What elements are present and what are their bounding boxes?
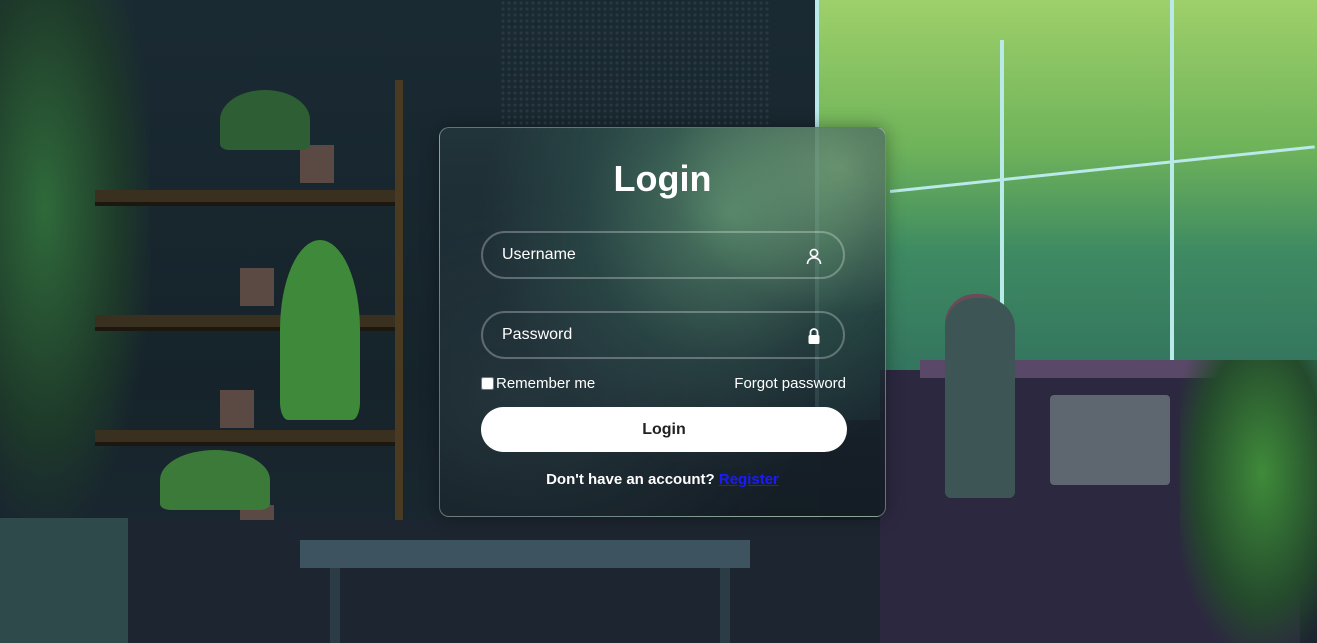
window-frame <box>1170 0 1174 360</box>
background-foliage <box>1180 360 1317 643</box>
forgot-password-link[interactable]: Forgot password <box>734 375 846 392</box>
remember-me-label: Remember me <box>496 375 596 392</box>
login-options: Remember me Forgot password <box>481 375 846 395</box>
table-leg <box>330 568 340 643</box>
plant-pot <box>220 390 254 428</box>
shelf <box>95 430 395 442</box>
seated-person <box>945 298 1015 498</box>
plant <box>220 90 310 150</box>
plant <box>160 450 270 510</box>
login-title: Login <box>613 158 712 199</box>
table-leg <box>720 568 730 643</box>
large-pot <box>0 518 128 643</box>
plant-pot <box>300 145 334 183</box>
remember-me[interactable]: Remember me <box>481 375 595 392</box>
login-card: Login Remember me Forgot password Login … <box>439 127 886 517</box>
background-foliage <box>0 0 150 520</box>
password-field-wrapper <box>481 311 845 359</box>
login-button[interactable]: Login <box>481 407 847 452</box>
plant-pot <box>240 268 274 306</box>
coffee-table <box>300 540 750 568</box>
background-window <box>815 0 1317 420</box>
register-link[interactable]: Register <box>719 471 779 488</box>
shelf <box>95 190 395 202</box>
shelf-post <box>395 80 403 560</box>
username-input[interactable] <box>483 233 843 277</box>
cushion <box>1050 395 1170 485</box>
lock-icon <box>805 327 823 345</box>
register-prompt: Don't have an account? Register <box>440 471 885 488</box>
username-field-wrapper <box>481 231 845 279</box>
password-input[interactable] <box>483 313 843 357</box>
background-dither <box>500 0 770 130</box>
user-icon <box>805 247 823 265</box>
no-account-text: Don't have an account? <box>546 471 715 488</box>
hanging-plant <box>280 240 360 420</box>
remember-me-checkbox[interactable] <box>481 377 494 390</box>
